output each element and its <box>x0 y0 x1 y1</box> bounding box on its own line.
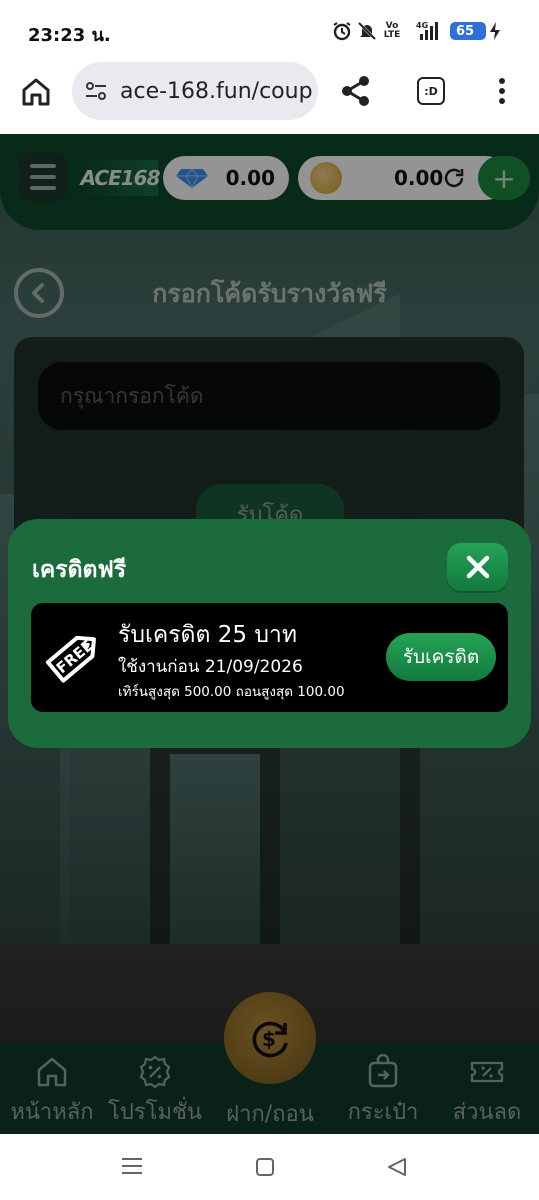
charging-icon <box>488 20 502 42</box>
coupon-title: รับเครดิต 25 บาท <box>118 622 297 648</box>
site-settings-icon[interactable] <box>84 79 108 103</box>
menu-lines-icon <box>122 1158 142 1174</box>
svg-text:4G: 4G <box>416 21 428 30</box>
close-icon <box>466 555 489 579</box>
volte-icon: Vo LTE <box>383 21 401 40</box>
url-text: ace-168.fun/coup <box>120 78 313 104</box>
alarm-icon <box>332 20 352 42</box>
dialog-title: เครดิตฟรี <box>32 557 127 583</box>
home-icon <box>22 78 50 106</box>
address-bar[interactable]: ace-168.fun/coup <box>72 62 318 120</box>
android-home-button[interactable] <box>255 1157 275 1181</box>
coupon-expiry: ใช้งานก่อน 21/09/2026 <box>118 657 303 677</box>
share-icon <box>342 76 369 106</box>
close-dialog-button[interactable] <box>447 543 508 591</box>
share-button[interactable] <box>340 74 372 108</box>
recents-button[interactable] <box>120 1156 144 1180</box>
signal-4g-icon: 4G <box>414 20 442 42</box>
battery-icon: 65 <box>450 22 486 40</box>
claim-credit-button[interactable]: รับเครดิต <box>386 633 496 681</box>
free-tag-icon: FREE <box>40 622 108 690</box>
square-icon <box>256 1158 274 1176</box>
browser-menu-button[interactable] <box>492 76 512 106</box>
tab-switcher-button[interactable]: :D <box>417 77 445 105</box>
status-time: 23:23 น. <box>28 25 111 46</box>
browser-home-button[interactable] <box>18 74 54 110</box>
android-back-button[interactable] <box>386 1156 408 1182</box>
mute-icon <box>357 20 377 42</box>
triangle-back-icon <box>388 1158 406 1176</box>
coupon-terms: เทิร์นสูงสุด 500.00 ถอนสูงสุด 100.00 <box>118 684 345 700</box>
